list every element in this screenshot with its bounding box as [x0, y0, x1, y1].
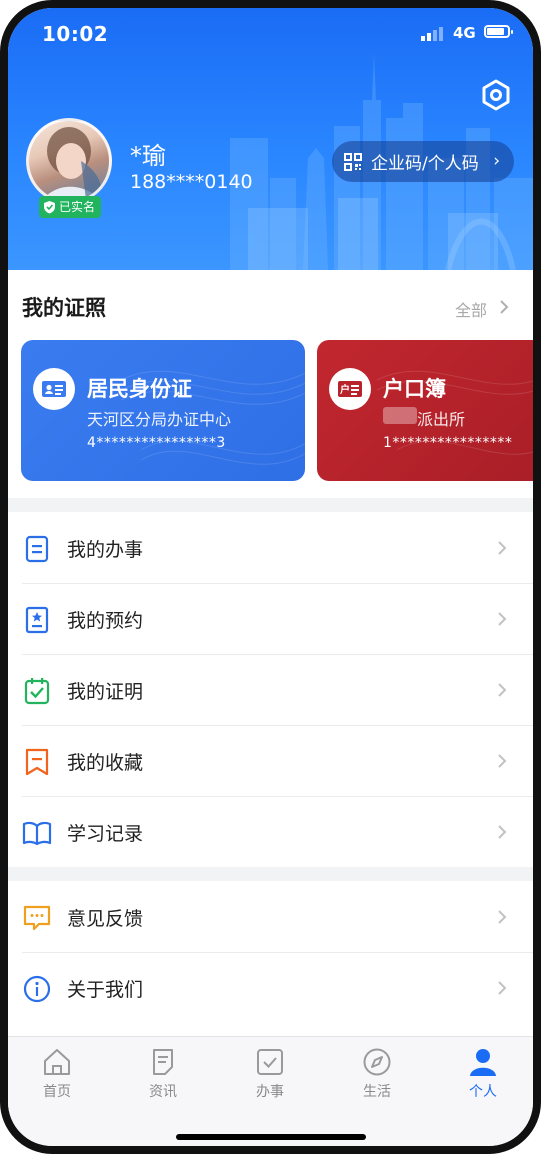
- chevron-right-icon: [498, 541, 507, 555]
- tab-label: 生活: [363, 1084, 391, 1100]
- chevron-right-icon: [498, 612, 507, 626]
- menu-item-label: 关于我们: [67, 979, 144, 1001]
- verified-label: 已实名: [59, 200, 96, 214]
- menu-item-my-affairs[interactable]: 我的办事: [8, 512, 533, 583]
- avatar[interactable]: [26, 118, 112, 204]
- id-card-number: 4****************3: [87, 435, 226, 451]
- book-icon: [22, 821, 52, 846]
- user-name: *瑜: [130, 142, 166, 170]
- chevron-right-icon: ›: [493, 151, 500, 171]
- certificates-title: 我的证照: [22, 296, 106, 320]
- qr-code-button[interactable]: 企业码/个人码 ›: [332, 141, 514, 182]
- id-card-title: 居民身份证: [87, 377, 192, 401]
- menu-item-study-records[interactable]: 学习记录: [8, 796, 533, 867]
- task-check-icon: [257, 1049, 283, 1075]
- chevron-right-icon: [498, 981, 507, 995]
- id-card-issuer: 天河区分局办证中心: [87, 410, 232, 429]
- id-card-icon: [33, 368, 75, 410]
- certificate-check-icon: [24, 678, 50, 705]
- tab-label: 个人: [469, 1084, 497, 1100]
- status-bar: 10:02 4G: [8, 8, 533, 58]
- qr-code-icon: [344, 152, 362, 171]
- person-icon: [470, 1049, 496, 1076]
- menu-item-label: 学习记录: [67, 823, 144, 845]
- info-icon: [23, 975, 51, 1003]
- chevron-right-icon: [498, 754, 507, 768]
- chevron-right-icon: [498, 683, 507, 697]
- household-register-issuer: 派出所: [417, 410, 466, 429]
- shield-check-icon: [44, 201, 55, 214]
- menu-item-label: 我的收藏: [67, 752, 144, 774]
- document-icon: [25, 535, 49, 563]
- chevron-right-icon[interactable]: [499, 299, 509, 315]
- bookmark-icon: [25, 748, 49, 776]
- battery-icon: [484, 25, 513, 38]
- household-register-icon: 户: [329, 368, 371, 410]
- menu-item-label: 意见反馈: [67, 908, 144, 930]
- menu-item-about-us[interactable]: 关于我们: [8, 952, 533, 1023]
- tab-personal[interactable]: 个人: [443, 1047, 523, 1101]
- household-register-badge-text: 户: [340, 385, 350, 396]
- bottom-tab-bar: 首页 资讯 办事 生活 个人: [8, 1036, 533, 1146]
- screen: 10:02 4G 已实名 *瑜 188****0140 企业码/个人码 › 我的…: [8, 8, 533, 1146]
- menu-item-label: 我的证明: [67, 681, 144, 703]
- menu-item-my-certificates[interactable]: 我的证明: [8, 654, 533, 725]
- menu-group-services: 我的办事 我的预约 我的证明 我的收藏 学习记录: [8, 512, 533, 867]
- signal-icon: [421, 27, 443, 41]
- tab-label: 办事: [256, 1084, 284, 1100]
- profile-header: 10:02 4G 已实名 *瑜 188****0140 企业码/个人码 ›: [8, 8, 533, 270]
- menu-item-label: 我的预约: [67, 610, 144, 632]
- tab-life[interactable]: 生活: [337, 1047, 417, 1101]
- menu-item-label: 我的办事: [67, 539, 144, 561]
- menu-item-my-appointments[interactable]: 我的预约: [8, 583, 533, 654]
- news-icon: [153, 1049, 173, 1075]
- home-indicator: [176, 1134, 366, 1140]
- household-register-number: 1****************: [383, 435, 513, 451]
- tab-affairs[interactable]: 办事: [230, 1047, 310, 1101]
- redacted-text: [383, 407, 417, 424]
- status-time: 10:02: [42, 22, 109, 46]
- menu-item-my-favorites[interactable]: 我的收藏: [8, 725, 533, 796]
- certificates-all-link[interactable]: 全部: [455, 297, 487, 321]
- home-icon: [44, 1049, 70, 1075]
- menu-group-support: 意见反馈 关于我们: [8, 881, 533, 1036]
- chevron-right-icon: [498, 910, 507, 924]
- appointment-icon: [25, 606, 49, 634]
- household-register-certificate[interactable]: 户 户口簿 派出所 1****************: [317, 340, 533, 481]
- id-card-certificate[interactable]: 居民身份证 天河区分局办证中心 4****************3: [21, 340, 305, 481]
- compass-icon: [363, 1048, 391, 1076]
- qr-code-button-label: 企业码/个人码: [371, 154, 479, 174]
- user-phone: 188****0140: [130, 171, 253, 193]
- phone-frame: 10:02 4G 已实名 *瑜 188****0140 企业码/个人码 › 我的…: [0, 0, 541, 1154]
- tab-home[interactable]: 首页: [17, 1047, 97, 1101]
- verified-badge: 已实名: [39, 196, 102, 218]
- tab-label: 首页: [43, 1084, 71, 1100]
- tab-label: 资讯: [149, 1084, 177, 1100]
- network-type: 4G: [453, 24, 476, 42]
- feedback-icon: [23, 905, 51, 931]
- tab-news[interactable]: 资讯: [123, 1047, 203, 1101]
- household-register-title: 户口簿: [383, 377, 446, 401]
- menu-item-feedback[interactable]: 意见反馈: [8, 881, 533, 952]
- chevron-right-icon: [498, 825, 507, 839]
- settings-icon[interactable]: [479, 78, 513, 112]
- certificates-section: 我的证照 全部 居民身份证 天河区分局办证中心 4***************…: [8, 270, 533, 498]
